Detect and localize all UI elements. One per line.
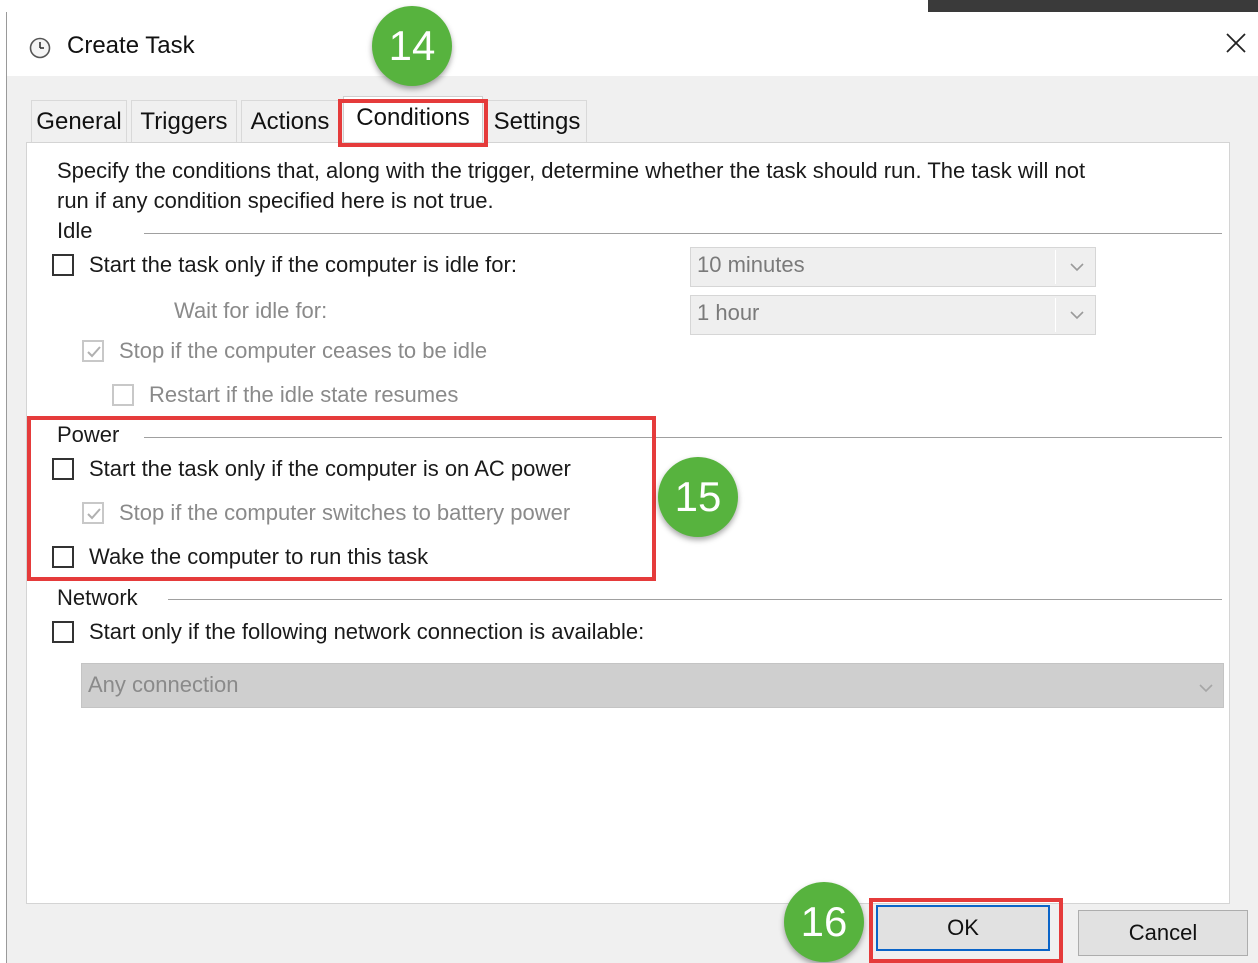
network-checkbox[interactable] (52, 621, 74, 643)
wait-duration-value: 1 hour (697, 300, 760, 325)
stop-if-ceases-checkbox[interactable] (82, 340, 104, 362)
cancel-button[interactable]: Cancel (1078, 910, 1248, 956)
description-line-2: run if any condition specified here is n… (57, 188, 494, 213)
wait-duration-select[interactable]: 1 hour (690, 295, 1096, 335)
network-connection-select[interactable]: Any connection (81, 663, 1224, 708)
network-label: Start only if the following network conn… (89, 619, 645, 644)
ac-power-label: Start the task only if the computer is o… (89, 456, 571, 481)
chevron-down-icon (1069, 308, 1085, 326)
battery-stop-checkbox[interactable] (82, 502, 104, 524)
idle-start-label: Start the task only if the computer is i… (89, 252, 517, 277)
battery-stop-label: Stop if the computer switches to battery… (119, 500, 571, 525)
tab-triggers[interactable]: Triggers (131, 100, 237, 142)
idle-duration-value: 10 minutes (697, 252, 805, 277)
restart-if-resumes-checkbox[interactable] (112, 384, 134, 406)
window-title: Create Task (67, 32, 195, 59)
idle-group-divider (144, 233, 1222, 234)
ok-button[interactable]: OK (876, 905, 1050, 951)
stop-if-ceases-label: Stop if the computer ceases to be idle (119, 338, 488, 363)
tab-settings[interactable]: Settings (487, 100, 587, 142)
close-icon (1225, 32, 1247, 59)
tab-conditions[interactable]: Conditions (343, 96, 483, 144)
title-bar: Create Task (7, 12, 1258, 76)
clock-icon (29, 37, 51, 59)
tab-general[interactable]: General (31, 100, 127, 142)
step-badge-14: 14 (372, 6, 452, 86)
network-group-label: Network (57, 585, 138, 610)
step-badge-15: 15 (658, 457, 738, 537)
network-connection-value: Any connection (88, 672, 239, 697)
wake-computer-checkbox[interactable] (52, 546, 74, 568)
combo-separator (1055, 250, 1056, 284)
idle-duration-select[interactable]: 10 minutes (690, 247, 1096, 287)
restart-if-resumes-label: Restart if the idle state resumes (149, 382, 459, 407)
combo-separator (1055, 298, 1056, 332)
wait-for-idle-label: Wait for idle for: (174, 298, 328, 323)
network-group-divider (168, 599, 1222, 600)
ac-power-checkbox[interactable] (52, 458, 74, 480)
idle-start-checkbox[interactable] (52, 254, 74, 276)
checkmark-icon (87, 508, 101, 520)
wake-computer-label: Wake the computer to run this task (89, 544, 429, 569)
tab-actions[interactable]: Actions (241, 100, 339, 142)
description-line-1: Specify the conditions that, along with … (57, 158, 1086, 183)
chevron-down-icon (1198, 681, 1214, 699)
idle-group-label: Idle (57, 218, 93, 243)
checkmark-icon (87, 346, 101, 358)
chevron-down-icon (1069, 260, 1085, 278)
power-group-label: Power (57, 422, 120, 447)
close-button[interactable] (1213, 20, 1258, 70)
power-group-divider (144, 437, 1222, 438)
step-badge-16: 16 (784, 882, 864, 962)
